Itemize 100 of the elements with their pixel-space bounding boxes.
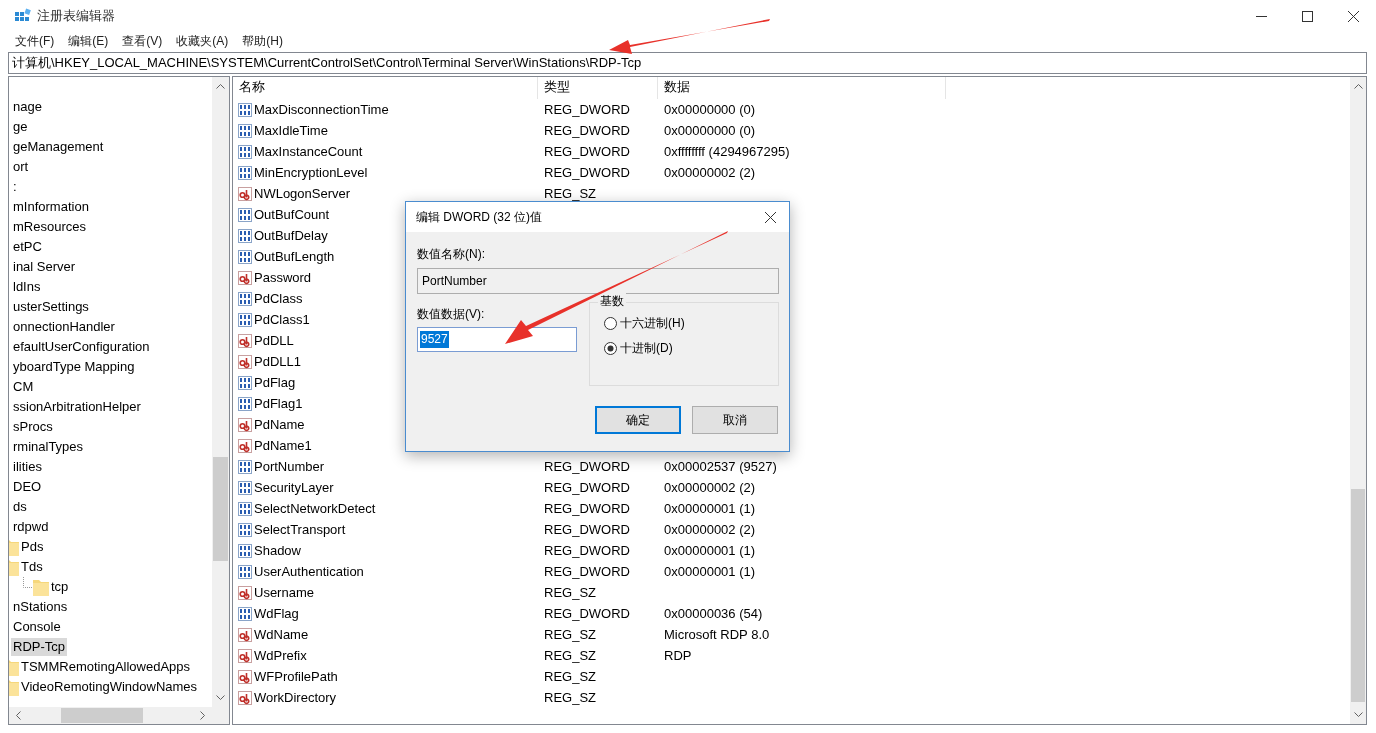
minimize-icon — [1255, 15, 1267, 17]
horizontal-scrollbar[interactable] — [9, 707, 212, 724]
menu-item[interactable]: 编辑(E) — [61, 32, 116, 50]
string-value-icon — [238, 333, 252, 348]
tree-node[interactable]: ds — [11, 498, 29, 516]
value-name[interactable]: WdFlag — [254, 606, 299, 621]
tree-node[interactable]: nStations — [11, 598, 70, 616]
value-name[interactable]: Password — [254, 270, 312, 285]
tree-node[interactable]: sProcs — [11, 418, 55, 436]
tree-node[interactable]: DEO — [11, 478, 44, 496]
value-name[interactable]: PdDLL1 — [254, 354, 301, 369]
radio-option[interactable]: 十六进制(H) — [604, 315, 778, 332]
tree-node[interactable]: ldIns — [11, 278, 43, 296]
radio-button[interactable] — [604, 342, 617, 355]
tree-node[interactable]: Pds — [19, 538, 46, 556]
value-name[interactable]: PdName — [254, 417, 305, 432]
value-type: REG_DWORD — [544, 564, 630, 579]
value-name[interactable]: OutBufLength — [254, 249, 335, 264]
tree-node[interactable]: etPC — [11, 238, 44, 256]
binary-value-icon — [238, 501, 252, 516]
binary-value-icon — [238, 249, 252, 264]
tree-node[interactable]: TSMMRemotingAllowedApps — [19, 658, 193, 676]
binary-value-icon — [238, 522, 252, 537]
value-name[interactable]: MaxIdleTime — [254, 123, 328, 138]
value-type: REG_SZ — [544, 186, 596, 201]
value-name[interactable]: MaxInstanceCount — [254, 144, 363, 159]
binary-value-icon — [238, 480, 252, 495]
vertical-scrollbar[interactable] — [212, 77, 229, 707]
value-name[interactable]: OutBufCount — [254, 207, 330, 222]
binary-value-icon — [238, 543, 252, 558]
value-data: RDP — [664, 648, 692, 663]
dialog-button[interactable]: 确定 — [595, 406, 681, 434]
value-name[interactable]: NWLogonServer — [254, 186, 351, 201]
value-name[interactable]: OutBufDelay — [254, 228, 328, 243]
value-name[interactable]: PdFlag1 — [254, 396, 303, 411]
folder-icon — [9, 538, 19, 556]
value-name[interactable]: SelectNetworkDetect — [254, 501, 376, 516]
value-name[interactable]: Shadow — [254, 543, 301, 558]
value-name-field[interactable]: PortNumber — [417, 268, 779, 294]
value-type: REG_DWORD — [544, 165, 630, 180]
value-name[interactable]: PdName1 — [254, 438, 312, 453]
tree-node[interactable]: : — [11, 178, 19, 196]
tree-node[interactable]: geManagement — [11, 138, 106, 156]
tree-node[interactable]: ort — [11, 158, 31, 176]
tree-node[interactable]: Tds — [19, 558, 45, 576]
column-header[interactable]: 类型 — [538, 77, 658, 99]
value-name[interactable]: PortNumber — [254, 459, 325, 474]
tree-node[interactable]: tcp — [49, 578, 71, 596]
value-name[interactable]: SelectTransport — [254, 522, 346, 537]
value-data-field[interactable]: 9527 — [417, 327, 577, 352]
vertical-scrollbar[interactable] — [1350, 77, 1366, 724]
value-name[interactable]: PdClass — [254, 291, 303, 306]
tree-node[interactable]: ilities — [11, 458, 44, 476]
value-name[interactable]: SecurityLayer — [254, 480, 334, 495]
address-bar[interactable]: 计算机\HKEY_LOCAL_MACHINE\SYSTEM\CurrentControlSet\Control\Terminal Server\WinStations\RDP-Tcp — [8, 52, 1367, 74]
value-name[interactable]: PdClass1 — [254, 312, 310, 327]
tree-node[interactable]: RDP-Tcp — [11, 638, 67, 656]
column-header[interactable]: 名称 — [233, 77, 538, 99]
tree-node[interactable]: usterSettings — [11, 298, 91, 316]
tree-node[interactable]: mResources — [11, 218, 88, 236]
value-name[interactable]: WdPrefix — [254, 648, 307, 663]
dialog-button[interactable]: 取消 — [692, 406, 778, 434]
tree-node[interactable]: mInformation — [11, 198, 91, 216]
menu-item[interactable]: 查看(V) — [115, 32, 170, 50]
tree-node[interactable]: rminalTypes — [11, 438, 86, 456]
tree-node[interactable]: onnectionHandler — [11, 318, 117, 336]
scrollbar-thumb[interactable] — [1351, 489, 1365, 702]
scrollbar-thumb[interactable] — [213, 457, 228, 561]
value-name[interactable]: MaxDisconnectionTime — [254, 102, 389, 117]
tree-node[interactable]: VideoRemotingWindowNames — [19, 678, 200, 696]
value-name[interactable]: Username — [254, 585, 314, 600]
value-name[interactable]: PdFlag — [254, 375, 296, 390]
tree-node[interactable]: CM — [11, 378, 36, 396]
value-name[interactable]: WdName — [254, 627, 309, 642]
column-header[interactable]: 数据 — [658, 77, 946, 99]
tree-node[interactable]: ge — [11, 118, 30, 136]
value-data: 0x00000002 (2) — [664, 480, 756, 495]
menu-item[interactable]: 收藏夹(A) — [169, 32, 236, 50]
value-data: 0xffffffff (4294967295) — [664, 144, 790, 159]
tree-node[interactable]: ssionArbitrationHelper — [11, 398, 143, 416]
value-name[interactable]: PdDLL — [254, 333, 294, 348]
tree-node[interactable]: nage — [11, 98, 44, 116]
tree-node[interactable]: rdpwd — [11, 518, 51, 536]
tree-node[interactable]: efaultUserConfiguration — [11, 338, 152, 356]
value-type: REG_DWORD — [544, 543, 630, 558]
tree-node[interactable]: inal Server — [11, 258, 78, 276]
tree-node[interactable]: Console — [11, 618, 63, 636]
radio-button[interactable] — [604, 317, 617, 330]
value-name[interactable]: UserAuthentication — [254, 564, 364, 579]
scrollbar-thumb[interactable] — [61, 708, 143, 723]
string-value-icon — [238, 417, 252, 432]
radio-option[interactable]: 十进制(D) — [604, 340, 778, 357]
menu-item[interactable]: 文件(F) — [8, 32, 62, 50]
tree-node[interactable]: yboardType Mapping — [11, 358, 137, 376]
string-value-icon — [238, 690, 252, 705]
value-name[interactable]: MinEncryptionLevel — [254, 165, 368, 180]
value-name[interactable]: WFProfilePath — [254, 669, 338, 684]
value-name[interactable]: WorkDirectory — [254, 690, 337, 705]
value-data: 0x00000001 (1) — [664, 564, 756, 579]
menu-item[interactable]: 帮助(H) — [235, 32, 290, 50]
